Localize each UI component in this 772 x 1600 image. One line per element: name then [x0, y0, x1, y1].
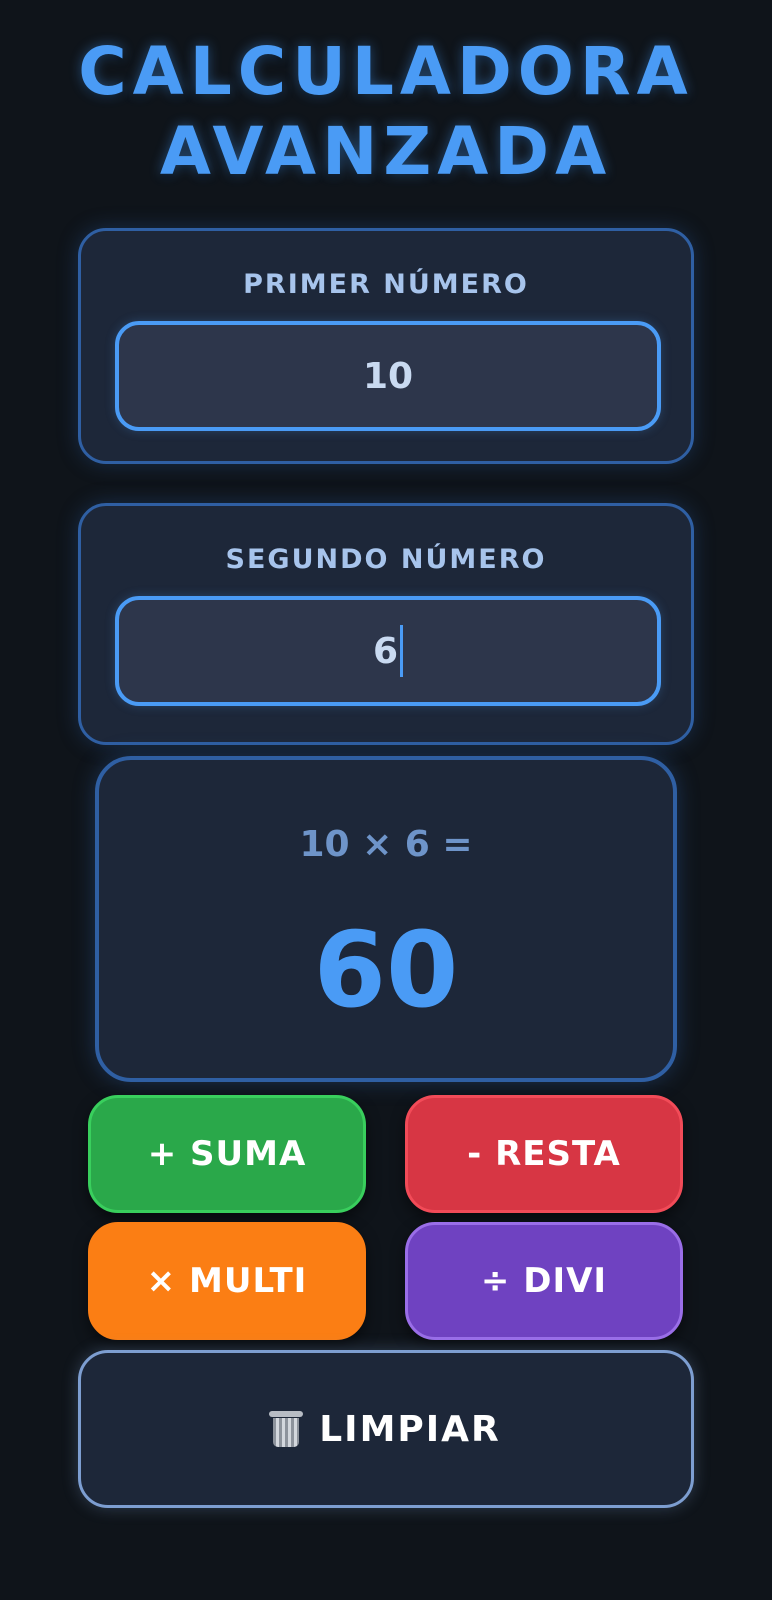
multiply-button[interactable]: × MULTI — [88, 1222, 366, 1340]
first-number-card: PRIMER NÚMERO 10 — [78, 228, 694, 464]
first-number-input[interactable]: 10 — [115, 321, 661, 431]
second-number-value: 6 — [372, 630, 399, 672]
clear-button[interactable]: LIMPIAR — [78, 1350, 694, 1508]
result-panel: 10 × 6 = 60 — [95, 756, 677, 1082]
title-line-2: AVANZADA — [159, 113, 613, 190]
first-number-value: 10 — [362, 355, 414, 397]
second-number-label: SEGUNDO NÚMERO — [225, 544, 547, 575]
page-title: CALCULADORA AVANZADA — [0, 32, 772, 192]
clear-label: LIMPIAR — [319, 1408, 501, 1450]
first-number-label: PRIMER NÚMERO — [243, 269, 529, 300]
result-value: 60 — [313, 909, 459, 1031]
trash-icon — [269, 1411, 304, 1447]
calculator-app: CALCULADORA AVANZADA PRIMER NÚMERO 10 SE… — [0, 0, 772, 1600]
subtract-button[interactable]: - RESTA — [405, 1095, 683, 1213]
text-caret — [400, 625, 404, 677]
second-number-input[interactable]: 6 — [115, 596, 661, 706]
title-line-1: CALCULADORA — [78, 33, 694, 110]
add-button[interactable]: + SUMA — [88, 1095, 366, 1213]
result-expression: 10 × 6 = — [299, 824, 473, 865]
second-number-card: SEGUNDO NÚMERO 6 — [78, 503, 694, 745]
divide-button[interactable]: ÷ DIVI — [405, 1222, 683, 1340]
